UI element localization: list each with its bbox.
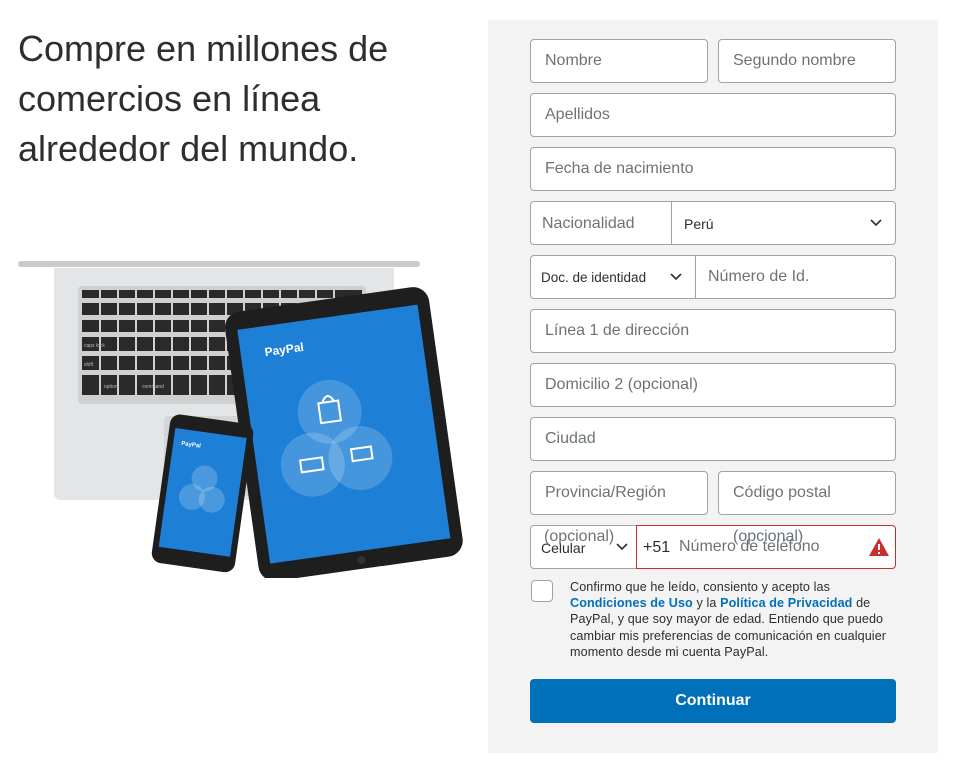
svg-text:caps lock: caps lock [84, 343, 105, 349]
postal-code-input[interactable] [719, 472, 895, 514]
last-name-field[interactable] [530, 93, 896, 137]
chevron-down-icon[interactable] [869, 216, 883, 230]
nationality-divider [671, 202, 672, 244]
phone-number-field[interactable]: +51 [636, 525, 896, 569]
nationality-field[interactable]: Nacionalidad Perú [530, 201, 896, 245]
nationality-select-value[interactable]: Perú [684, 216, 714, 232]
svg-text:command: command [142, 384, 164, 390]
nationality-label: Nacionalidad [542, 215, 635, 232]
phone-type-value: Celular [541, 540, 586, 556]
state-input[interactable] [531, 472, 707, 514]
consent-checkbox[interactable] [531, 580, 553, 602]
middle-name-field[interactable] [718, 39, 896, 83]
id-type-value: Doc. de identidad [541, 270, 647, 285]
city-field[interactable] [530, 417, 896, 461]
privacy-link[interactable]: Política de Privacidad [720, 596, 852, 610]
first-name-input[interactable] [531, 40, 707, 82]
address-line2-input[interactable] [531, 364, 895, 406]
svg-text:option: option [104, 384, 118, 390]
last-name-input[interactable] [531, 94, 895, 136]
phone-type-select[interactable]: Celular [530, 525, 637, 569]
page-headline: Compre en millones de comercios en línea… [18, 28, 389, 169]
chevron-down-icon [670, 273, 682, 281]
terms-link[interactable]: Condiciones de Uso [570, 596, 693, 610]
address-line2-field[interactable] [530, 363, 896, 407]
city-input[interactable] [531, 418, 895, 460]
chevron-down-icon [616, 543, 628, 551]
id-number-input[interactable] [696, 256, 895, 298]
middle-name-input[interactable] [719, 40, 895, 82]
postal-code-field[interactable] [718, 471, 896, 515]
continue-button[interactable]: Continuar [530, 679, 896, 723]
address-line1-field[interactable] [530, 309, 896, 353]
birth-date-input[interactable] [531, 148, 895, 190]
state-field[interactable] [530, 471, 708, 515]
id-type-select[interactable]: Doc. de identidad [530, 255, 696, 299]
address-line1-input[interactable] [531, 310, 895, 352]
first-name-field[interactable] [530, 39, 708, 83]
warning-icon [869, 538, 889, 556]
svg-text:shift: shift [84, 362, 94, 368]
phone-number-input[interactable] [667, 526, 867, 568]
birth-date-field[interactable] [530, 147, 896, 191]
devices-illustration: caps lock shift option command PayPal Pa… [18, 261, 463, 578]
consent-text: Confirmo que he leído, consiento y acept… [570, 580, 887, 659]
id-number-field[interactable] [695, 255, 896, 299]
